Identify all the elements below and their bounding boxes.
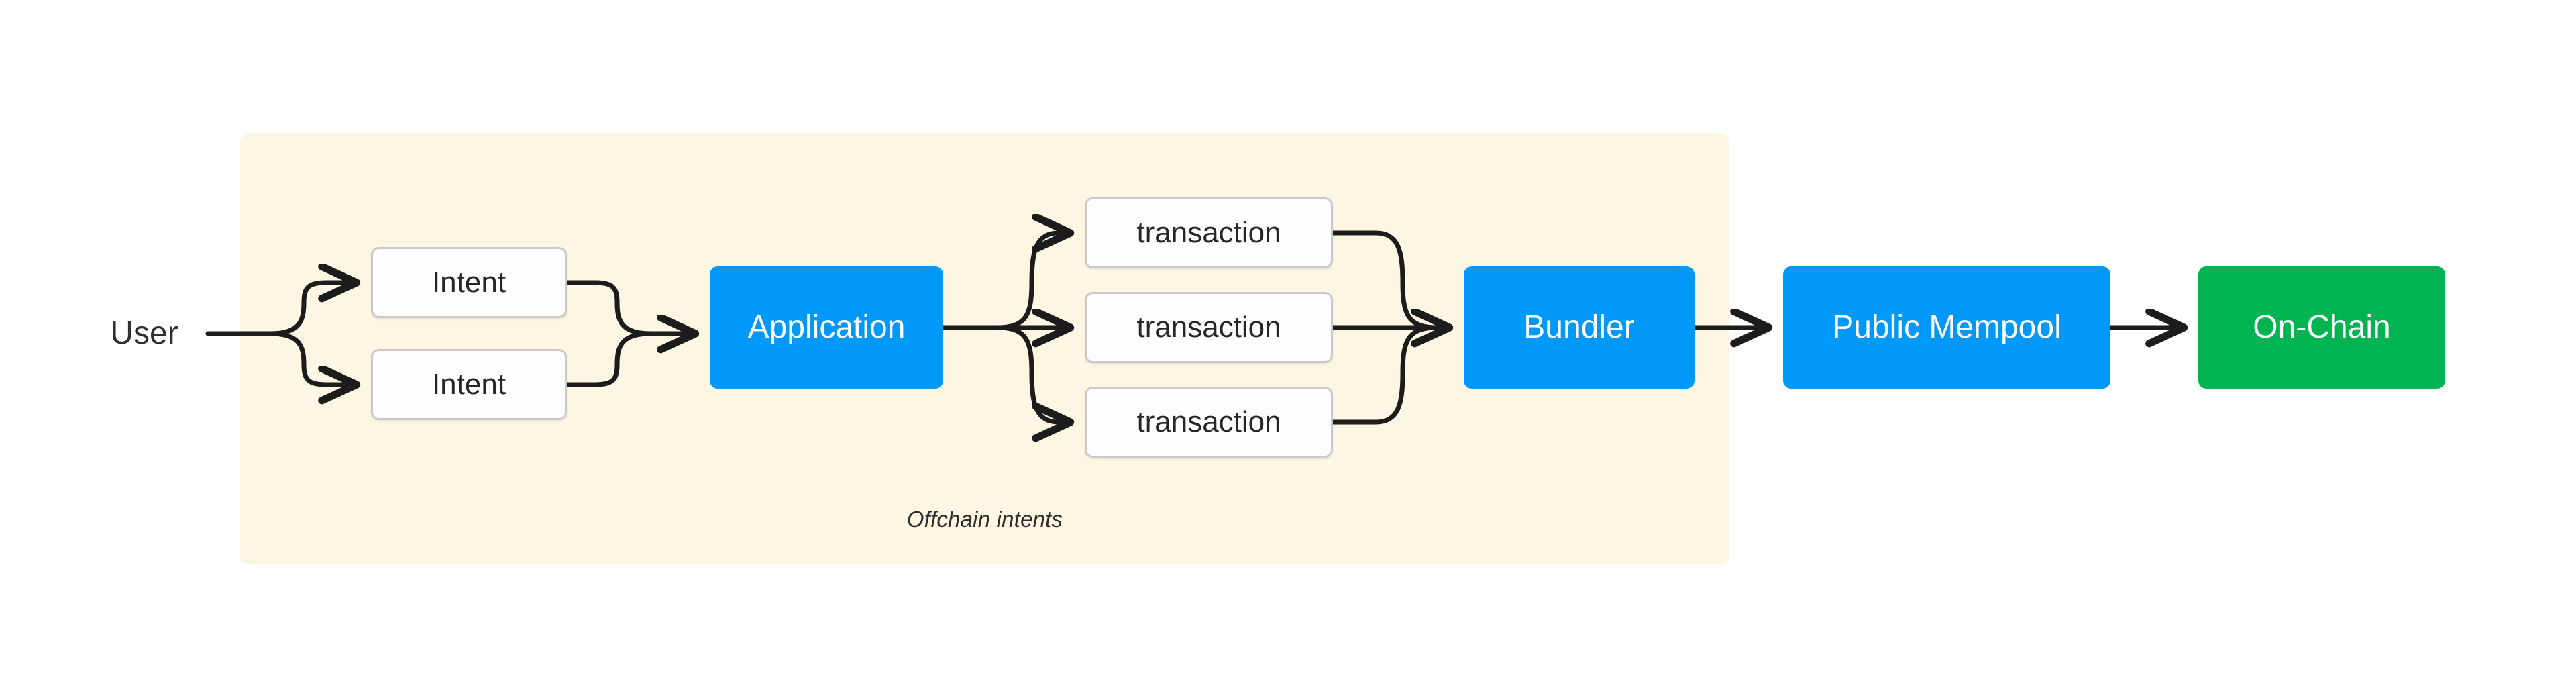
node-on-chain[interactable]: On-Chain (2198, 266, 2445, 389)
node-intent-1[interactable]: Intent (371, 247, 567, 318)
offchain-region-caption: Offchain intents (906, 507, 1063, 532)
node-user[interactable]: User (80, 303, 208, 364)
diagram-canvas: User Intent Intent Application transacti… (0, 0, 2576, 698)
node-transaction-2[interactable]: transaction (1085, 292, 1333, 363)
node-transaction-3[interactable]: transaction (1085, 387, 1333, 458)
node-intent-2[interactable]: Intent (371, 349, 567, 420)
node-application[interactable]: Application (710, 266, 943, 389)
node-transaction-1[interactable]: transaction (1085, 197, 1333, 268)
node-public-mempool[interactable]: Public Mempool (1783, 266, 2110, 389)
node-bundler[interactable]: Bundler (1464, 266, 1695, 389)
